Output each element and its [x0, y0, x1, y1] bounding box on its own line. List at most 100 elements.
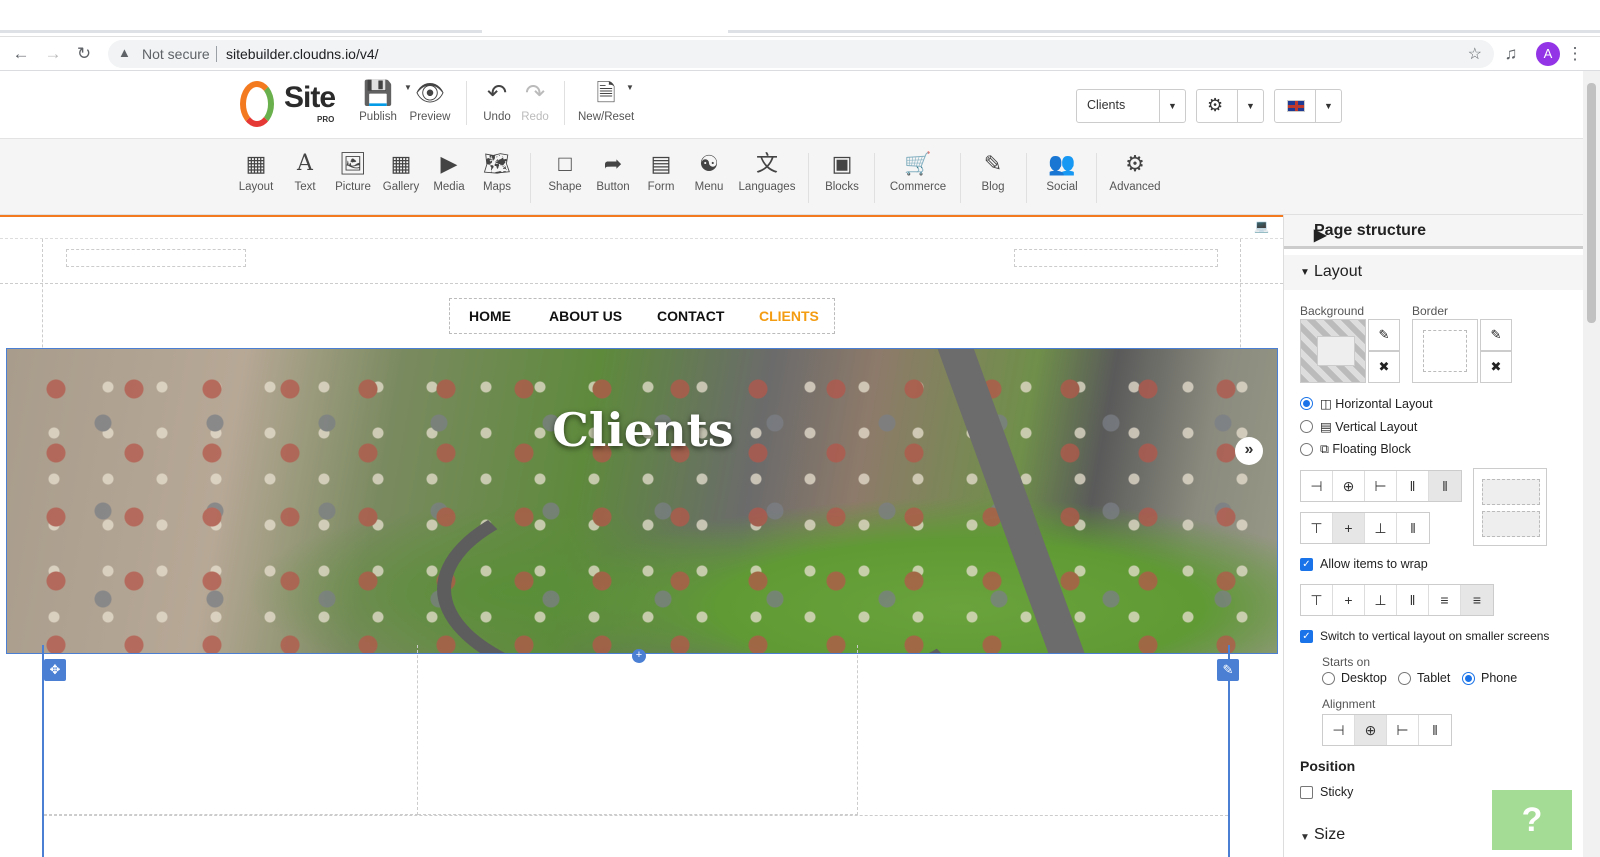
publish-button[interactable]: 💾 Publish [358, 79, 398, 123]
align-center-icon[interactable]: ⊕ [1333, 471, 1365, 501]
toolbar-menu[interactable]: ☯ Menu [692, 147, 726, 193]
background-swatch[interactable] [1300, 319, 1366, 383]
toolbar-gallery[interactable]: ▦ Gallery [382, 147, 420, 193]
new-dropdown-caret-icon[interactable]: ▼ [624, 83, 636, 92]
size-section-title[interactable]: Size [1314, 826, 1345, 844]
align-left-icon[interactable]: ⊣ [1323, 715, 1355, 745]
toolbar-advanced[interactable]: ⚙ Advanced [1108, 147, 1162, 193]
horizontal-layout-radio[interactable] [1300, 397, 1313, 410]
hero-title[interactable]: Clients [7, 403, 1277, 457]
starts-phone-radio[interactable] [1462, 672, 1475, 685]
breakpoint-ruler[interactable]: 💻 [0, 215, 1283, 239]
allow-wrap-label[interactable]: Allow items to wrap [1320, 557, 1428, 571]
floating-block-label[interactable]: ⧉ Floating Block [1320, 442, 1411, 457]
distribution-row-top[interactable] [1482, 479, 1540, 505]
edit-pencil-icon[interactable]: ✎ [1217, 659, 1239, 681]
distribution-row-bottom[interactable] [1482, 511, 1540, 537]
align-bottom-icon[interactable]: ⊥ [1365, 513, 1397, 543]
toolbar-shape[interactable]: □ Shape [546, 147, 584, 193]
wrap-top-icon[interactable]: ⊤ [1301, 585, 1333, 615]
toolbar-commerce[interactable]: 🛒 Commerce [888, 147, 948, 193]
page-structure-header[interactable]: ▶ Page structure [1284, 215, 1586, 249]
border-swatch[interactable] [1412, 319, 1478, 383]
column-block[interactable] [418, 645, 858, 815]
align-center-icon[interactable]: ⊕ [1355, 715, 1387, 745]
distribution-preview[interactable] [1473, 468, 1547, 546]
browser-menu-icon[interactable]: ⋮ [1564, 43, 1586, 65]
sticky-label[interactable]: Sticky [1320, 785, 1353, 799]
page-scroll-thumb[interactable] [1587, 83, 1596, 323]
url-text[interactable]: sitebuilder.cloudns.io/v4/ [226, 46, 379, 62]
page-scrollbar[interactable] [1583, 71, 1600, 857]
switch-vertical-label[interactable]: Switch to vertical layout on smaller scr… [1320, 629, 1549, 643]
toolbar-form[interactable]: ▤ Form [644, 147, 678, 193]
toolbar-languages[interactable]: 文 Languages [736, 147, 798, 193]
allow-wrap-checkbox[interactable]: ✓ [1300, 558, 1313, 571]
forward-icon[interactable]: → [42, 43, 64, 65]
menu-item-about[interactable]: ABOUT US [549, 308, 622, 324]
wrap-bottom-icon[interactable]: ⊥ [1365, 585, 1397, 615]
toolbar-blog[interactable]: ✎ Blog [976, 147, 1010, 193]
align-left-icon[interactable]: ⊣ [1301, 471, 1333, 501]
bookmark-star-icon[interactable]: ☆ [1468, 44, 1482, 64]
align-top-icon[interactable]: ⊤ [1301, 513, 1333, 543]
add-block-icon[interactable]: + [632, 649, 646, 663]
header-block-right[interactable] [1014, 249, 1218, 267]
toolbar-blocks[interactable]: ▣ Blocks [822, 147, 862, 193]
reload-icon[interactable]: ↻ [73, 43, 95, 65]
layout-section-header[interactable]: ▼ Layout [1284, 255, 1586, 290]
background-edit-pencil-icon[interactable]: ✎ [1368, 319, 1400, 351]
toolbar-social[interactable]: 👥 Social [1042, 147, 1082, 193]
wrap-stretch-icon[interactable]: ‖ [1397, 585, 1429, 615]
profile-avatar[interactable]: A [1536, 42, 1560, 66]
editor-canvas[interactable]: 💻 HOME ABOUT US CONTACT CLIENTS Clients … [0, 215, 1283, 857]
menu-item-contact[interactable]: CONTACT [657, 308, 724, 324]
back-icon[interactable]: ← [10, 43, 32, 65]
header-block-left[interactable] [66, 249, 246, 267]
redo-button[interactable]: ↷ Redo [518, 79, 552, 123]
stretch-icon[interactable]: ‖ [1397, 513, 1429, 543]
menu-item-clients[interactable]: CLIENTS [759, 308, 819, 324]
toolbar-picture[interactable]: 🖼 Picture [334, 147, 372, 193]
background-clear-icon[interactable]: ✖ [1368, 351, 1400, 383]
wrap-space-icon[interactable]: ≡ [1429, 585, 1461, 615]
starts-tablet-label[interactable]: Tablet [1417, 671, 1450, 685]
url-omnibox[interactable]: ▲ Not secure sitebuilder.cloudns.io/v4/ … [108, 40, 1494, 68]
floating-block-radio[interactable] [1300, 443, 1313, 456]
toolbar-button[interactable]: ➦ Button [594, 147, 632, 193]
column-block[interactable] [44, 645, 418, 815]
border-edit-pencil-icon[interactable]: ✎ [1480, 319, 1512, 351]
menu-item-home[interactable]: HOME [469, 308, 511, 324]
page-select[interactable]: Clients ▼ [1076, 89, 1186, 123]
wrap-center-icon[interactable]: + [1333, 585, 1365, 615]
align-right-icon[interactable]: ⊢ [1365, 471, 1397, 501]
space-around-icon[interactable]: ‖ [1397, 471, 1429, 501]
slider-next-icon[interactable]: » [1235, 437, 1263, 465]
help-button[interactable]: ? [1492, 790, 1572, 850]
media-queue-icon[interactable]: ♫ [1500, 43, 1522, 65]
wrap-between-icon[interactable]: ≡ [1461, 585, 1493, 615]
starts-desktop-label[interactable]: Desktop [1341, 671, 1387, 685]
settings-dropdown[interactable]: ⚙ ▼ [1196, 89, 1264, 123]
undo-button[interactable]: ↶ Undo [480, 79, 514, 123]
vertical-layout-radio[interactable] [1300, 420, 1313, 433]
toolbar-layout[interactable]: ▦ Layout [238, 147, 274, 193]
space-between-icon[interactable]: ‖ [1429, 471, 1461, 501]
toolbar-maps[interactable]: 🗺 Maps [480, 147, 514, 193]
switch-vertical-checkbox[interactable]: ✓ [1300, 630, 1313, 643]
horizontal-layout-label[interactable]: ◫ Horizontal Layout [1320, 396, 1433, 411]
site-nav-menu[interactable]: HOME ABOUT US CONTACT CLIENTS [449, 298, 835, 334]
selected-row-block[interactable] [42, 645, 1230, 857]
starts-phone-label[interactable]: Phone [1481, 671, 1517, 685]
move-icon[interactable]: ✥ [44, 659, 66, 681]
vertical-layout-label[interactable]: ▤ Vertical Layout [1320, 419, 1417, 434]
starts-tablet-radio[interactable] [1398, 672, 1411, 685]
align-justify-icon[interactable]: ‖ [1419, 715, 1451, 745]
toolbar-media[interactable]: ▶ Media [432, 147, 466, 193]
border-clear-icon[interactable]: ✖ [1480, 351, 1512, 383]
preview-button[interactable]: 👁 Preview [406, 79, 454, 123]
starts-desktop-radio[interactable] [1322, 672, 1335, 685]
language-dropdown[interactable]: ▼ [1274, 89, 1342, 123]
sticky-checkbox[interactable] [1300, 786, 1313, 799]
toolbar-text[interactable]: A Text [290, 147, 320, 193]
